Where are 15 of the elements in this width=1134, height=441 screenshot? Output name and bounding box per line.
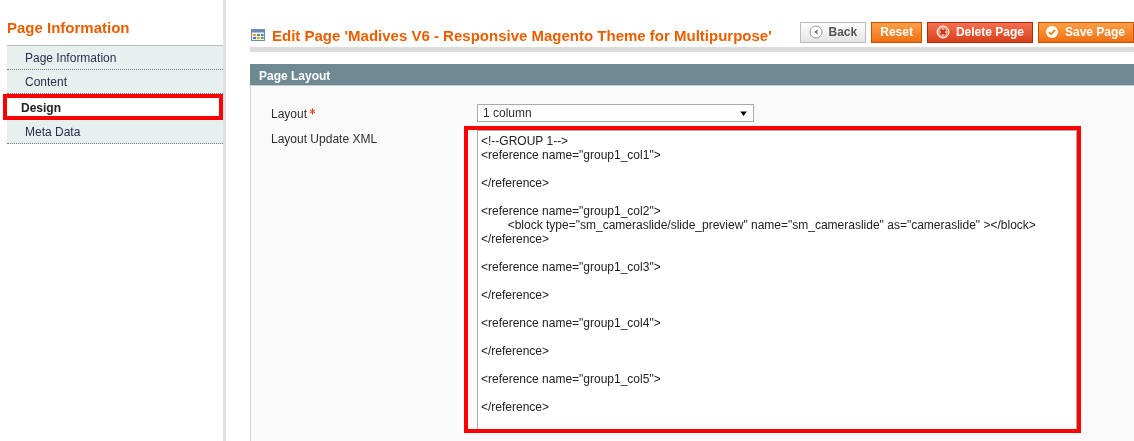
field-label: Layout Update XML [271,131,379,146]
sidebar-title: Page Information [6,19,131,38]
xml-field[interactable]: <!--GROUP 1--> <reference name="group1_col1"> </reference> <reference name="group1_col2"> <block type="sm_cameraslide/slide_preview" name="sm_cameraslide" as="cameraslide" ></block> </reference> <reference name="group1_col3"> </reference> <reference name="group1_col4"> </reference> <reference name="group1_col5"> </reference> [477,130,1077,429]
field-label: Layout [271,104,477,121]
page-title: Edit Page 'Madives V6 - Responsive Magento Theme for Multipurpose' [272,26,772,44]
grid-icon [250,28,266,42]
section-header: Page Layout [250,64,1134,86]
close-icon [935,25,950,39]
layout-dropdown[interactable]: 1 column [477,104,754,122]
checkmark-icon [1044,25,1059,39]
sidebar-tab[interactable]: Page Information [7,46,223,70]
sidebar-tab[interactable]: Content [7,70,223,94]
back-button[interactable]: Back [799,21,867,43]
delete-button[interactable]: Delete Page [926,21,1033,43]
sidebar-tab[interactable]: Meta Data [7,120,223,144]
